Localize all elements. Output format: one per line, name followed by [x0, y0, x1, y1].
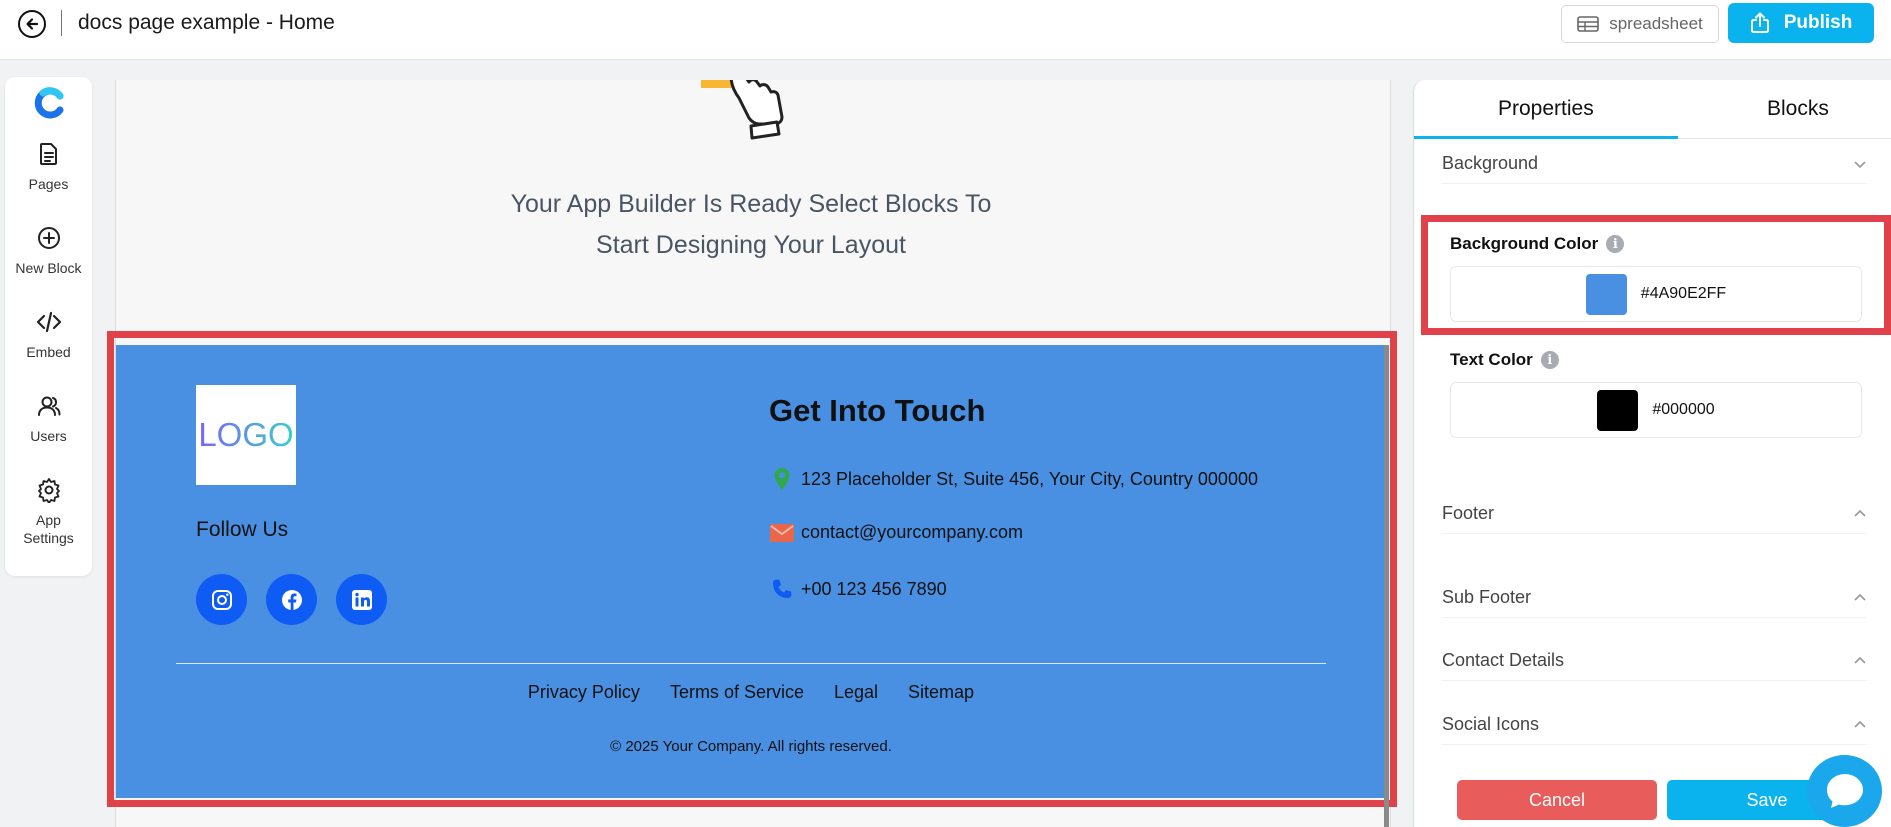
- section-footer[interactable]: Footer: [1442, 494, 1867, 534]
- users-icon: [37, 396, 60, 416]
- publish-button[interactable]: Publish: [1728, 3, 1874, 43]
- chevron-up-icon: [1854, 720, 1866, 728]
- sidebar-item-pages[interactable]: Pages: [5, 141, 92, 193]
- section-contact-details[interactable]: Contact Details: [1442, 641, 1867, 681]
- section-label: Social Icons: [1442, 714, 1540, 734]
- section-social-icons[interactable]: Social Icons: [1442, 705, 1867, 745]
- section-label: Background: [1442, 153, 1539, 173]
- cancel-button[interactable]: Cancel: [1457, 780, 1657, 820]
- background-color-label: Background Color i: [1450, 234, 1625, 254]
- background-color-swatch[interactable]: [1585, 273, 1627, 315]
- chevron-up-icon: [1854, 509, 1866, 517]
- background-color-picker[interactable]: #4A90E2FF: [1450, 266, 1862, 322]
- section-background[interactable]: Background: [1442, 144, 1867, 184]
- text-color-label-text: Text Color: [1450, 350, 1533, 369]
- hero-line-2: Start Designing Your Layout: [596, 231, 906, 259]
- document-icon: [39, 143, 57, 165]
- top-bar: docs page example - Home spreadsheet Pub…: [0, 0, 1891, 60]
- sidebar-item-new-block[interactable]: New Block: [5, 225, 92, 277]
- chat-bubble-icon: [1826, 774, 1863, 808]
- section-sub-footer[interactable]: Sub Footer: [1442, 578, 1867, 618]
- chat-button[interactable]: [1807, 755, 1882, 827]
- sidebar-item-label: App Settings: [23, 512, 74, 546]
- text-color-swatch[interactable]: [1597, 389, 1639, 431]
- active-tab-indicator: [1414, 136, 1678, 139]
- section-label: Footer: [1442, 503, 1495, 523]
- sidebar-item-label: Pages: [28, 176, 69, 192]
- sidebar-item-app-settings[interactable]: App Settings: [5, 477, 92, 547]
- sidebar-item-label: Users: [30, 428, 67, 444]
- gear-icon: [37, 478, 60, 503]
- empty-state-message: Your App Builder Is Ready Select Blocks …: [116, 184, 1386, 266]
- plus-circle-icon: [37, 227, 60, 249]
- publish-label: Publish: [1783, 12, 1853, 33]
- pointer-hand-icon: [701, 80, 784, 140]
- info-icon[interactable]: i: [1606, 235, 1625, 253]
- tab-properties[interactable]: Properties: [1498, 97, 1594, 121]
- left-sidebar: Pages New Block Embed Users App Settings: [5, 77, 92, 576]
- page-title: docs page example - Home: [78, 11, 335, 34]
- sidebar-item-embed[interactable]: Embed: [5, 309, 92, 361]
- spreadsheet-label: spreadsheet: [1609, 14, 1703, 33]
- share-icon: [1750, 12, 1769, 33]
- panel-tabs: Properties Blocks: [1414, 80, 1891, 139]
- sidebar-item-label: Embed: [26, 344, 71, 360]
- brand-logo-icon: [34, 87, 64, 119]
- chevron-up-icon: [1854, 593, 1866, 601]
- section-label: Contact Details: [1442, 650, 1565, 670]
- chevron-down-icon: [1854, 160, 1866, 168]
- background-color-label-text: Background Color: [1450, 234, 1599, 253]
- title-separator: [61, 10, 62, 36]
- code-icon: [36, 311, 61, 333]
- table-icon: [1577, 16, 1600, 32]
- tab-blocks[interactable]: Blocks: [1767, 97, 1829, 121]
- sidebar-item-users[interactable]: Users: [5, 393, 92, 445]
- section-label: Sub Footer: [1442, 587, 1532, 607]
- canvas-scrollbar[interactable]: [1384, 345, 1389, 827]
- sidebar-item-label: New Block: [15, 260, 82, 276]
- background-color-value: #4A90E2FF: [1640, 285, 1727, 302]
- back-arrow-icon[interactable]: [18, 10, 46, 38]
- chevron-up-icon: [1854, 656, 1866, 664]
- info-icon[interactable]: i: [1540, 351, 1559, 369]
- text-color-label: Text Color i: [1450, 350, 1559, 370]
- footer-selection-outline: [107, 331, 1397, 807]
- properties-panel: Properties Blocks Background Background …: [1413, 80, 1891, 827]
- text-color-value: #000000: [1652, 401, 1715, 418]
- spreadsheet-button[interactable]: spreadsheet: [1561, 5, 1719, 43]
- text-color-picker[interactable]: #000000: [1450, 382, 1862, 438]
- hero-line-1: Your App Builder Is Ready Select Blocks …: [510, 190, 992, 218]
